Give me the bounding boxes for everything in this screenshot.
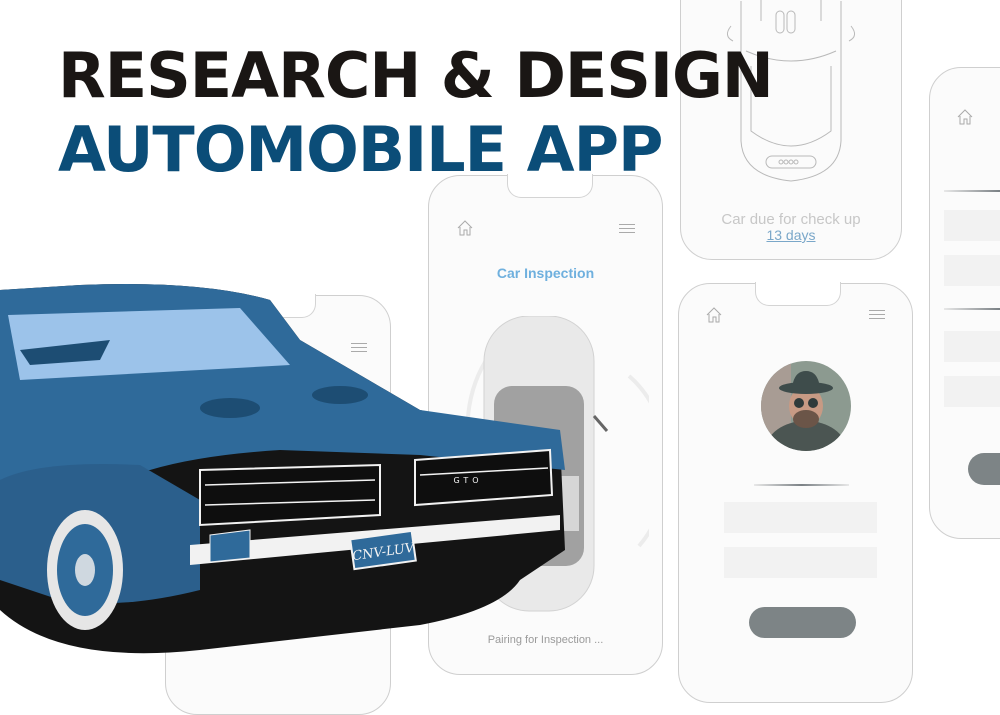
settings-field-1[interactable] (944, 210, 1000, 241)
headline-line-2: AUTOMOBILE APP (58, 113, 663, 186)
settings-field-2[interactable] (944, 255, 1000, 286)
settings-field-4[interactable] (944, 376, 1000, 407)
settings-submit-button[interactable] (968, 453, 1000, 485)
section-divider (944, 190, 1000, 192)
user-photo (761, 361, 851, 451)
page-headline: RESEARCH & DESIGN AUTOMOBILE APP (58, 39, 774, 186)
grille-badge-text: GTO (453, 476, 482, 485)
profile-submit-button[interactable] (749, 607, 856, 638)
home-icon[interactable] (456, 219, 474, 237)
home-icon[interactable] (705, 306, 723, 324)
phone-mockup-profile (678, 282, 913, 703)
checkup-status-label: Car due for check up (721, 211, 861, 228)
settings-field-3[interactable] (944, 331, 1000, 362)
name-divider (754, 484, 849, 486)
home-icon[interactable] (956, 108, 974, 126)
screen-title: Car Inspection (496, 265, 595, 281)
user-avatar[interactable] (761, 361, 851, 451)
classic-muscle-car-illustration: CNV-LUV GTO (0, 284, 565, 654)
phone-mockup-settings (929, 67, 1000, 539)
phone-notch (755, 282, 841, 306)
profile-field-1[interactable] (724, 502, 877, 533)
days-until-checkup-link[interactable]: 13 days (681, 227, 901, 243)
profile-field-2[interactable] (724, 547, 877, 578)
hamburger-menu-icon[interactable] (619, 224, 635, 234)
hamburger-menu-icon[interactable] (869, 310, 885, 320)
section-divider (944, 308, 1000, 310)
headline-line-1: RESEARCH & DESIGN (58, 39, 774, 112)
